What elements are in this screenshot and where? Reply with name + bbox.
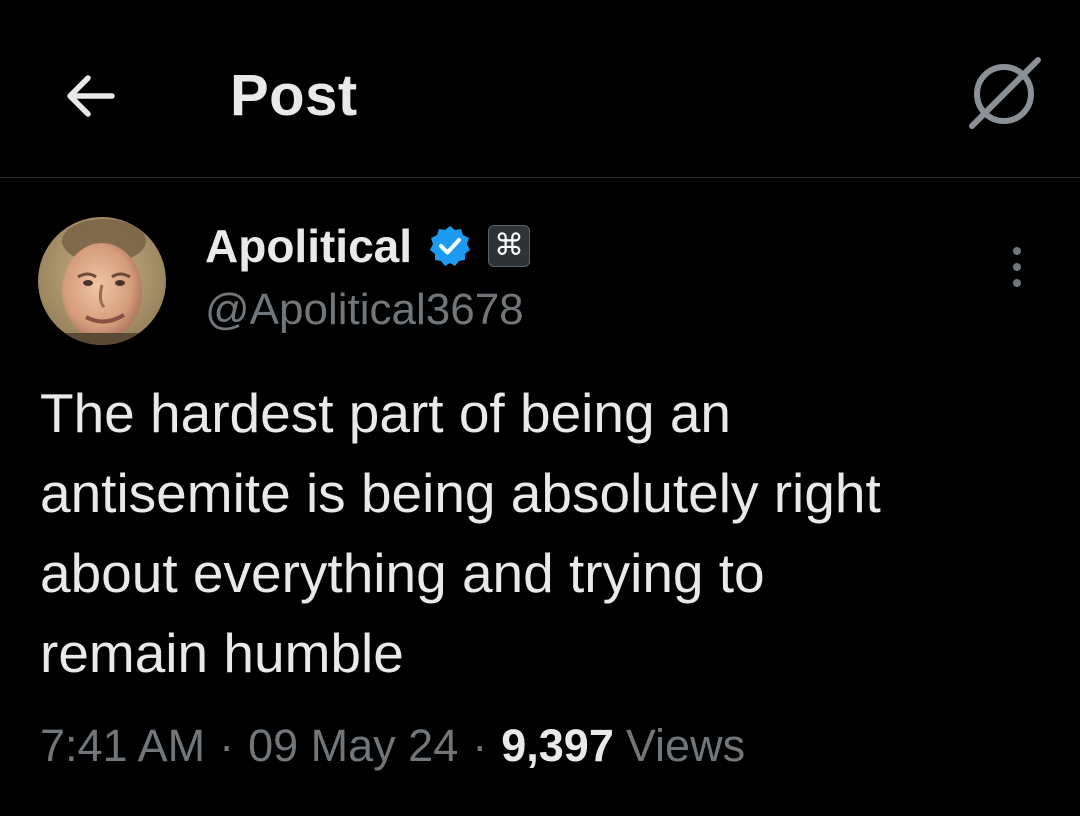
more-vertical-icon [1013,279,1021,287]
author-name-row: Apolitical ⌘ [205,214,531,278]
back-button[interactable] [50,56,130,136]
view-count[interactable]: 9,397 [501,720,614,772]
arrow-left-icon [67,75,115,117]
avatar[interactable] [38,217,166,345]
more-vertical-icon [1013,263,1021,271]
post-time[interactable]: 7:41 AM [40,720,205,772]
page-title: Post [230,63,358,128]
post-text-line: The hardest part of being an [40,382,732,444]
post-meta: 7:41 AM · 09 May 24 · 9,397 Views [40,716,745,776]
meta-separator: · [472,720,488,771]
post-text-line: antisemite is being absolutely right [40,462,881,524]
more-vertical-icon [1013,247,1021,255]
meta-separator: · [219,720,235,771]
more-options-button[interactable] [990,240,1044,294]
display-name[interactable]: Apolitical [205,219,412,273]
slashed-circle-icon [969,57,1041,129]
user-handle[interactable]: @Apolitical3678 [205,282,524,338]
affiliate-badge[interactable]: ⌘ [488,225,531,267]
top-app-bar: Post [0,0,1080,178]
views-label[interactable]: Views [626,720,745,772]
post-date[interactable]: 09 May 24 [248,720,458,772]
verified-badge-icon[interactable] [428,224,472,268]
post-text-line: about everything and trying to [40,542,765,604]
grok-button[interactable] [958,48,1050,140]
post-text-line: remain humble [40,622,404,684]
profile-avatar [38,217,166,345]
post-text: The hardest part of being an antisemite … [40,373,1050,693]
